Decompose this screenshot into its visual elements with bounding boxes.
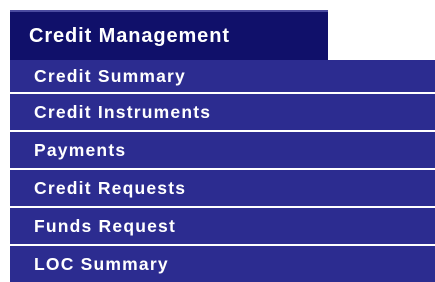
menu-item-funds-request[interactable]: Funds Request [10, 208, 435, 244]
menu-item-label: Credit Summary [34, 65, 186, 86]
credit-menu: Credit Summary Credit Instruments Paymen… [10, 60, 435, 282]
menu-item-label: LOC Summary [34, 253, 169, 274]
nav-title: Credit Management [29, 24, 230, 47]
menu-item-label: Credit Requests [34, 177, 187, 198]
menu-item-label: Credit Instruments [34, 101, 212, 122]
menu-item-label: Funds Request [34, 215, 176, 236]
menu-item-loc-summary[interactable]: LOC Summary [10, 246, 435, 282]
menu-item-credit-instruments[interactable]: Credit Instruments [10, 94, 435, 130]
nav-title-tab[interactable]: Credit Management [10, 10, 328, 60]
menu-item-credit-summary[interactable]: Credit Summary [10, 60, 435, 92]
menu-item-payments[interactable]: Payments [10, 132, 435, 168]
menu-item-label: Payments [34, 139, 127, 160]
menu-item-credit-requests[interactable]: Credit Requests [10, 170, 435, 206]
